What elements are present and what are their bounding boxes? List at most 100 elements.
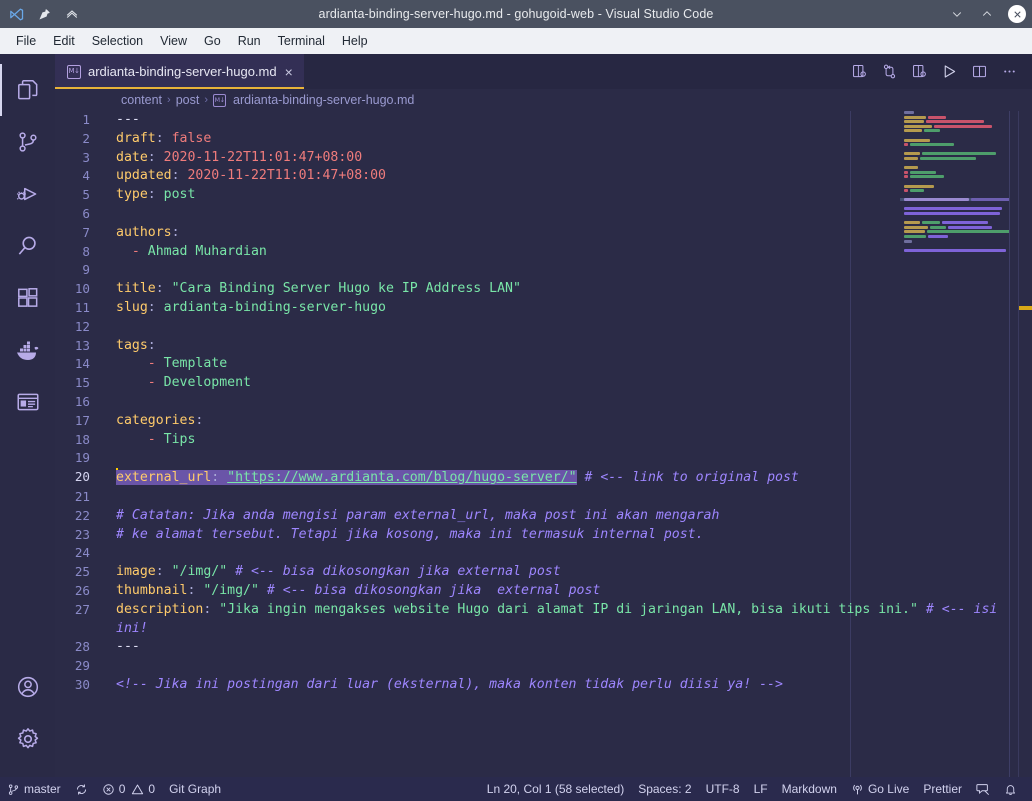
code-line[interactable]: 7 authors: (55, 224, 1032, 243)
open-preview-button[interactable] (906, 59, 932, 85)
chevron-up-icon[interactable] (63, 5, 81, 23)
menu-item-view[interactable]: View (152, 31, 195, 51)
status-feedback[interactable] (969, 777, 997, 801)
menu-item-selection[interactable]: Selection (84, 31, 151, 51)
status-branch[interactable]: master (0, 777, 68, 801)
line-content[interactable]: updated: 2020-11-22T11:01:47+08:00 (103, 167, 1032, 186)
maximize-button[interactable] (972, 0, 1002, 28)
breadcrumb-item[interactable]: post (176, 93, 200, 107)
menu-item-edit[interactable]: Edit (45, 31, 83, 51)
status-encoding[interactable]: UTF-8 (699, 777, 747, 801)
line-content[interactable]: - Template (103, 355, 1032, 374)
line-content[interactable]: external_url: "https://www.ardianta.com/… (103, 468, 1032, 488)
status-eol[interactable]: LF (747, 777, 775, 801)
sidebar-item-browser-preview[interactable] (0, 376, 55, 428)
status-indentation[interactable]: Spaces: 2 (631, 777, 698, 801)
sidebar-item-run-and-debug[interactable] (0, 168, 55, 220)
line-content[interactable] (103, 449, 1032, 468)
code-line[interactable]: 25 image: "/img/" # <-- bisa dikosongkan … (55, 563, 1032, 582)
code-line[interactable]: 5 type: post (55, 186, 1032, 205)
breadcrumb-item[interactable]: ardianta-binding-server-hugo.md (233, 93, 414, 107)
line-content[interactable]: # Catatan: Jika anda mengisi param exter… (103, 507, 1032, 526)
code-line[interactable]: 15 - Development (55, 374, 1032, 393)
menu-item-go[interactable]: Go (196, 31, 229, 51)
code-line[interactable]: 8 - Ahmad Muhardian (55, 243, 1032, 262)
code-line[interactable]: 10 title: "Cara Binding Server Hugo ke IP… (55, 280, 1032, 299)
sidebar-item-search[interactable] (0, 220, 55, 272)
status-language-mode[interactable]: Markdown (775, 777, 844, 801)
code-line[interactable]: 19 (55, 449, 1032, 468)
sidebar-item-docker[interactable] (0, 324, 55, 376)
code-line[interactable]: 30 <!-- Jika ini postingan dari luar (eks… (55, 676, 1032, 695)
line-content[interactable]: date: 2020-11-22T11:01:47+08:00 (103, 149, 1032, 168)
close-button[interactable] (1002, 0, 1032, 28)
line-content[interactable]: # ke alamat tersebut. Tetapi jika kosong… (103, 526, 1032, 545)
code-line[interactable]: 1 --- (55, 111, 1032, 130)
code-line[interactable]: 12 (55, 318, 1032, 337)
line-content[interactable]: description: "Jika ingin mengakses websi… (103, 601, 1032, 639)
menu-item-run[interactable]: Run (230, 31, 269, 51)
line-content[interactable]: --- (103, 638, 1032, 657)
line-content[interactable]: image: "/img/" # <-- bisa dikosongkan ji… (103, 563, 1032, 582)
line-content[interactable]: - Ahmad Muhardian (103, 243, 1032, 262)
code-line[interactable]: 17 categories: (55, 412, 1032, 431)
line-content[interactable]: categories: (103, 412, 1032, 431)
sidebar-item-accounts[interactable] (0, 661, 55, 713)
code-line[interactable]: 11 slug: ardianta-binding-server-hugo (55, 299, 1032, 318)
split-editor-button[interactable] (966, 59, 992, 85)
open-changes-button[interactable] (876, 59, 902, 85)
run-code-button[interactable] (936, 59, 962, 85)
code-line[interactable]: 13 tags: (55, 337, 1032, 356)
code-line[interactable]: 6 (55, 205, 1032, 224)
sidebar-item-extensions[interactable] (0, 272, 55, 324)
line-content[interactable] (103, 544, 1032, 563)
code-line[interactable]: 28 --- (55, 638, 1032, 657)
code-line[interactable]: 16 (55, 393, 1032, 412)
status-sync[interactable] (68, 777, 95, 801)
line-content[interactable]: type: post (103, 186, 1032, 205)
code-line[interactable]: 2 draft: false (55, 130, 1032, 149)
line-content[interactable]: title: "Cara Binding Server Hugo ke IP A… (103, 280, 1032, 299)
line-content[interactable]: --- (103, 111, 1032, 130)
editor-tab[interactable]: M↓ ardianta-binding-server-hugo.md × (55, 54, 304, 89)
code-line[interactable]: 22 # Catatan: Jika anda mengisi param ext… (55, 507, 1032, 526)
line-content[interactable] (103, 318, 1032, 337)
code-line[interactable]: 24 (55, 544, 1032, 563)
line-content[interactable] (103, 393, 1032, 412)
line-content[interactable]: - Tips (103, 431, 1032, 450)
line-content[interactable]: tags: (103, 337, 1032, 356)
line-content[interactable]: authors: (103, 224, 1032, 243)
line-content[interactable] (103, 261, 1032, 280)
status-git-graph[interactable]: Git Graph (162, 777, 228, 801)
status-notifications[interactable] (997, 777, 1024, 801)
status-go-live[interactable]: Go Live (844, 777, 916, 801)
code-line[interactable]: 26 thumbnail: "/img/" # <-- bisa dikosong… (55, 582, 1032, 601)
line-content[interactable]: slug: ardianta-binding-server-hugo (103, 299, 1032, 318)
status-editor-selection[interactable]: Ln 20, Col 1 (58 selected) (480, 777, 631, 801)
sidebar-item-source-control[interactable] (0, 116, 55, 168)
menu-item-terminal[interactable]: Terminal (270, 31, 333, 51)
code-line[interactable]: 29 (55, 657, 1032, 676)
code-line[interactable]: 23 # ke alamat tersebut. Tetapi jika koso… (55, 526, 1032, 545)
code-line[interactable]: 3 date: 2020-11-22T11:01:47+08:00 (55, 149, 1032, 168)
more-actions-button[interactable] (996, 59, 1022, 85)
close-tab-icon[interactable]: × (284, 65, 294, 79)
line-content[interactable] (103, 657, 1032, 676)
menu-item-help[interactable]: Help (334, 31, 376, 51)
code-line[interactable]: 20 external_url: "https://www.ardianta.co… (55, 468, 1032, 488)
status-prettier[interactable]: Prettier (916, 777, 969, 801)
line-content[interactable] (103, 205, 1032, 224)
open-preview-to-the-side-button[interactable] (846, 59, 872, 85)
line-content[interactable]: <!-- Jika ini postingan dari luar (ekste… (103, 676, 1032, 695)
code-line[interactable]: 9 (55, 261, 1032, 280)
code-line[interactable]: 18 - Tips (55, 431, 1032, 450)
code-line[interactable]: 21 (55, 488, 1032, 507)
line-content[interactable]: draft: false (103, 130, 1032, 149)
line-content[interactable]: - Development (103, 374, 1032, 393)
status-problems[interactable]: 0 0 (95, 777, 162, 801)
code-lines[interactable]: 1 --- 2 draft: false 3 date: 2020-11-22T11:01… (55, 111, 1032, 777)
breadcrumb-item[interactable]: content (121, 93, 162, 107)
sidebar-item-manage-settings[interactable] (0, 713, 55, 765)
sidebar-item-explorer[interactable] (0, 64, 55, 116)
pin-icon[interactable] (35, 5, 53, 23)
